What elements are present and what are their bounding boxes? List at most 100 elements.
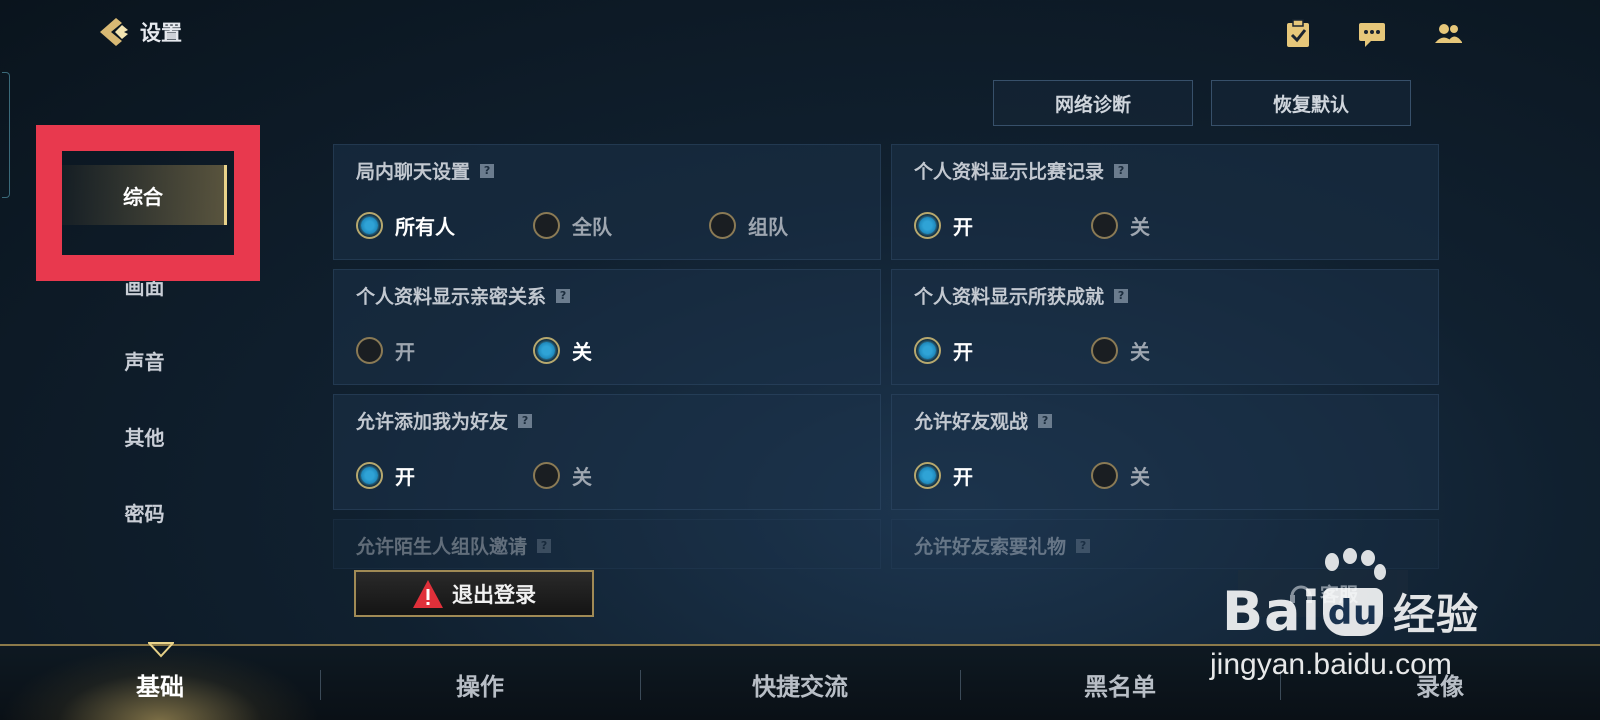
radio-selected-icon[interactable] xyxy=(914,462,941,489)
customer-service-label: 客服 xyxy=(1319,584,1358,606)
sidebar-item-display[interactable]: 画面 xyxy=(62,255,227,315)
panel-title: 允许陌生人组队邀请? xyxy=(356,532,552,559)
tab-label: 基础 xyxy=(136,672,184,701)
tab-label: 快捷交流 xyxy=(752,672,848,701)
tab-replay[interactable]: 录像 xyxy=(1280,646,1600,720)
radio-option-on[interactable]: 开 xyxy=(914,461,973,490)
setting-panel-gift-request: 允许好友索要礼物? xyxy=(891,519,1439,569)
sidebar-item-password[interactable]: 密码 xyxy=(62,482,227,542)
radio-option-off[interactable]: 关 xyxy=(1091,461,1150,490)
task-clipboard-icon[interactable] xyxy=(1282,18,1314,50)
radio-selected-icon[interactable] xyxy=(356,212,383,239)
panel-title: 允许添加我为好友? xyxy=(356,407,533,434)
radio-selected-icon[interactable] xyxy=(356,462,383,489)
panel-title: 局内聊天设置? xyxy=(356,157,495,184)
option-label: 全队 xyxy=(572,215,612,239)
panel-title-text: 个人资料显示所获成就 xyxy=(914,286,1105,308)
radio-option-off[interactable]: 关 xyxy=(533,461,592,490)
tab-blacklist[interactable]: 黑名单 xyxy=(960,646,1280,720)
radio-option-off[interactable]: 关 xyxy=(533,336,592,365)
help-icon[interactable]: ? xyxy=(518,413,533,428)
panel-title-text: 允许陌生人组队邀请 xyxy=(356,536,528,558)
sidebar-item-label: 其他 xyxy=(124,425,165,450)
bottom-tab-bar: 基础 操作 快捷交流 黑名单 录像 xyxy=(0,642,1600,720)
panel-title: 允许好友索要礼物? xyxy=(914,532,1091,559)
radio-option-off[interactable]: 关 xyxy=(1091,211,1150,240)
radio-unselected-icon[interactable] xyxy=(709,212,736,239)
radio-option-on[interactable]: 开 xyxy=(914,211,973,240)
tab-quick-chat[interactable]: 快捷交流 xyxy=(640,646,960,720)
sidebar-item-label: 综合 xyxy=(123,184,163,209)
tab-controls[interactable]: 操作 xyxy=(320,646,640,720)
panel-title-text: 允许好友观战 xyxy=(914,411,1029,433)
restore-default-label: 恢复默认 xyxy=(1272,93,1349,116)
panel-title-text: 个人资料显示亲密关系 xyxy=(356,286,547,308)
back-button[interactable]: 设置 xyxy=(96,14,182,50)
panel-title: 个人资料显示所获成就? xyxy=(914,282,1129,309)
radio-option-on[interactable]: 开 xyxy=(356,336,415,365)
option-label: 关 xyxy=(572,465,592,489)
radio-unselected-icon[interactable] xyxy=(356,337,383,364)
panel-title-text: 个人资料显示比赛记录 xyxy=(914,161,1105,183)
sidebar-item-general[interactable]: 综合 xyxy=(62,165,227,225)
radio-unselected-icon[interactable] xyxy=(1091,337,1118,364)
tab-basic[interactable]: 基础 xyxy=(0,646,320,720)
tab-label: 黑名单 xyxy=(1084,672,1156,701)
radio-unselected-icon[interactable] xyxy=(1091,462,1118,489)
chat-message-icon[interactable] xyxy=(1356,18,1388,50)
option-label: 组队 xyxy=(748,215,788,239)
radio-unselected-icon[interactable] xyxy=(533,462,560,489)
help-icon[interactable]: ? xyxy=(1114,288,1129,303)
radio-option-on[interactable]: 开 xyxy=(914,336,973,365)
side-edge-decoration xyxy=(2,72,10,198)
panel-title: 个人资料显示亲密关系? xyxy=(356,282,571,309)
customer-service-button[interactable]: 客服 xyxy=(1238,570,1408,617)
radio-option-team[interactable]: 全队 xyxy=(533,211,612,240)
radio-option-party[interactable]: 组队 xyxy=(709,211,788,240)
option-label: 关 xyxy=(1130,215,1150,239)
radio-selected-icon[interactable] xyxy=(914,337,941,364)
setting-panel-intimacy: 个人资料显示亲密关系? 开 关 xyxy=(333,269,881,385)
panel-title: 允许好友观战? xyxy=(914,407,1053,434)
sidebar-item-label: 密码 xyxy=(124,501,165,526)
help-icon[interactable]: ? xyxy=(537,538,552,553)
setting-panel-spectate: 允许好友观战? 开 关 xyxy=(891,394,1439,510)
setting-panel-add-friend: 允许添加我为好友? 开 关 xyxy=(333,394,881,510)
help-icon[interactable]: ? xyxy=(1038,413,1053,428)
radio-unselected-icon[interactable] xyxy=(533,212,560,239)
panel-title-text: 局内聊天设置 xyxy=(356,161,471,183)
setting-panel-stranger-invite: 允许陌生人组队邀请? xyxy=(333,519,881,569)
option-label: 开 xyxy=(395,465,415,489)
restore-default-button[interactable]: 恢复默认 xyxy=(1211,80,1411,126)
logout-label: 退出登录 xyxy=(452,582,536,607)
setting-panel-match-record: 个人资料显示比赛记录? 开 关 xyxy=(891,144,1439,260)
sidebar-item-label: 声音 xyxy=(124,349,165,374)
panel-title-text: 允许好友索要礼物 xyxy=(914,536,1067,558)
top-bar: 设置 xyxy=(0,0,1600,70)
option-label: 开 xyxy=(953,340,973,364)
help-icon[interactable]: ? xyxy=(556,288,571,303)
help-icon[interactable]: ? xyxy=(1076,538,1091,553)
headset-icon xyxy=(1289,585,1312,603)
sidebar-item-other[interactable]: 其他 xyxy=(62,406,227,466)
page-title: 设置 xyxy=(140,21,182,45)
radio-option-off[interactable]: 关 xyxy=(1091,336,1150,365)
radio-option-on[interactable]: 开 xyxy=(356,461,415,490)
friends-icon[interactable] xyxy=(1432,18,1464,50)
panel-title-text: 允许添加我为好友 xyxy=(356,411,509,433)
warning-icon xyxy=(413,579,443,608)
sidebar-item-sound[interactable]: 声音 xyxy=(62,330,227,390)
option-label: 所有人 xyxy=(395,215,455,239)
radio-selected-icon[interactable] xyxy=(914,212,941,239)
option-label: 开 xyxy=(395,340,415,364)
logout-button[interactable]: 退出登录 xyxy=(354,570,594,617)
sidebar-item-label: 画面 xyxy=(124,274,165,299)
radio-option-all[interactable]: 所有人 xyxy=(356,211,455,240)
help-icon[interactable]: ? xyxy=(480,163,495,178)
radio-unselected-icon[interactable] xyxy=(1091,212,1118,239)
setting-panel-chat: 局内聊天设置? 所有人 全队 组队 xyxy=(333,144,881,260)
radio-selected-icon[interactable] xyxy=(533,337,560,364)
option-label: 开 xyxy=(953,215,973,239)
network-diagnosis-button[interactable]: 网络诊断 xyxy=(993,80,1193,126)
help-icon[interactable]: ? xyxy=(1114,163,1129,178)
